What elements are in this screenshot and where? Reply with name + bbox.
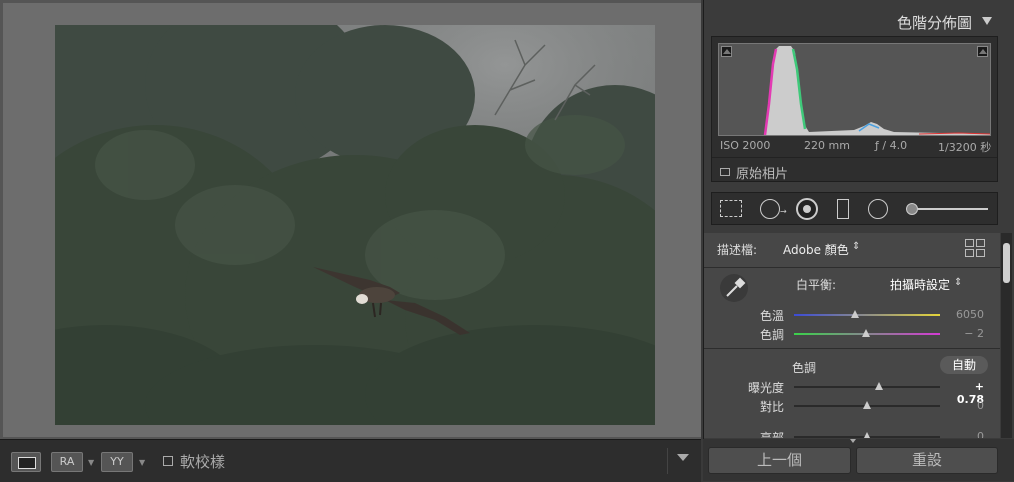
spot-removal-icon[interactable] [760,199,780,219]
red-eye-icon[interactable] [796,198,818,220]
scrollbar-thumb[interactable] [1003,243,1010,283]
grid-icon[interactable] [965,239,985,257]
histogram-graph[interactable] [718,43,991,136]
white-balance-updown-icon[interactable]: ⇕ [954,277,962,288]
tool-strip: → [711,192,998,225]
bird-photo [55,25,655,425]
tint-thumb[interactable] [861,329,870,337]
highlights-thumb[interactable] [863,432,871,438]
copy-settings-button[interactable]: YY [101,452,133,472]
temp-thumb[interactable] [851,310,860,318]
histogram-panel: ISO 2000 220 mm ƒ / 4.0 1/3200 秒 原始相片 [711,36,998,182]
contrast-value[interactable]: 0 [944,399,984,412]
loupe-view-button[interactable] [11,452,41,472]
contrast-label: 對比 [759,400,784,414]
histogram-curve [719,46,990,135]
radial-filter-icon[interactable] [868,199,888,219]
before-after-button[interactable]: RA [51,452,83,472]
histogram-divider [712,157,997,158]
tint-value[interactable]: − 2 [944,327,984,340]
bottom-button-bar: 上一個 重設 [703,439,1014,481]
original-photo-label: 原始相片 [736,167,789,182]
panel-scrollbar[interactable] [1001,233,1012,438]
tint-label: 色調 [759,328,784,342]
previous-button[interactable]: 上一個 [708,447,851,474]
bottom-toolbar: RA ▼ YY ▼ 軟校樣 [0,439,701,482]
tone-title: 色調 [792,361,817,375]
histogram-title: 色階分佈圖 [896,14,972,32]
loupe-canvas [3,3,701,437]
softproof-label: 軟校樣 [180,453,226,471]
copy-settings-dropdown-icon[interactable]: ▼ [139,458,145,467]
graduated-filter-icon[interactable] [837,199,849,219]
toolbar-menu-icon[interactable] [677,454,689,461]
loupe-view-icon [18,457,36,469]
profile-updown-icon[interactable]: ⇕ [852,241,860,252]
shadow-clipping-icon[interactable] [721,46,732,57]
panel-divider [704,348,1000,349]
highlights-slider[interactable] [794,432,940,438]
panel-end-arrow-icon [850,439,856,443]
basic-panel: 描述檔: Adobe 顏色 ⇕ 白平衡: 拍攝時設定 ⇕ 色溫 6050 色調 … [704,233,1000,438]
white-balance-label: 白平衡: [796,278,837,292]
collapse-arrow-icon[interactable] [982,17,992,25]
aperture: ƒ / 4.0 [875,139,908,152]
histogram-header[interactable]: 色階分佈圖 [704,6,1000,36]
highlights-label: 亮部 [759,431,784,438]
iso-value: ISO 2000 [720,139,771,152]
right-panel: 色階分佈圖 ISO 2000 220 mm ƒ / 4.0 1/3200 秒 原… [703,0,1014,481]
original-photo-checkbox[interactable] [720,168,730,176]
adjustment-brush-slider[interactable] [918,208,988,210]
highlights-value[interactable]: 0 [944,430,984,438]
shutter-speed: 1/3200 秒 [938,141,992,154]
profile-label: 描述檔: [717,243,758,257]
adjustment-brush-icon[interactable] [906,203,918,215]
tint-slider[interactable] [794,329,940,337]
temp-slider[interactable] [794,310,940,318]
image-area: RA ▼ YY ▼ 軟校樣 [0,0,701,482]
white-balance-select[interactable]: 拍攝時設定 [890,276,950,293]
exposure-label: 曝光度 [747,381,784,395]
profile-select[interactable]: Adobe 顏色 [783,241,849,258]
photo[interactable] [55,25,655,425]
exposure-thumb[interactable] [874,382,883,390]
contrast-thumb[interactable] [863,401,871,409]
crop-icon[interactable] [720,200,742,217]
eyedropper-icon[interactable] [719,273,749,303]
focal-length: 220 mm [804,139,850,152]
toolbar-divider [667,448,668,474]
before-after-dropdown-icon[interactable]: ▼ [88,458,94,467]
auto-button[interactable]: 自動 [940,356,988,374]
panel-divider [704,267,1000,268]
red-eye-pupil-icon [803,205,811,213]
reset-button[interactable]: 重設 [856,447,998,474]
temp-value[interactable]: 6050 [944,308,984,321]
highlight-clipping-icon[interactable] [977,46,988,57]
contrast-slider[interactable] [794,401,940,409]
exposure-slider[interactable] [794,382,940,390]
spot-removal-arrow-icon: → [780,207,787,216]
temp-label: 色溫 [759,309,784,323]
softproof-checkbox[interactable] [163,456,173,466]
